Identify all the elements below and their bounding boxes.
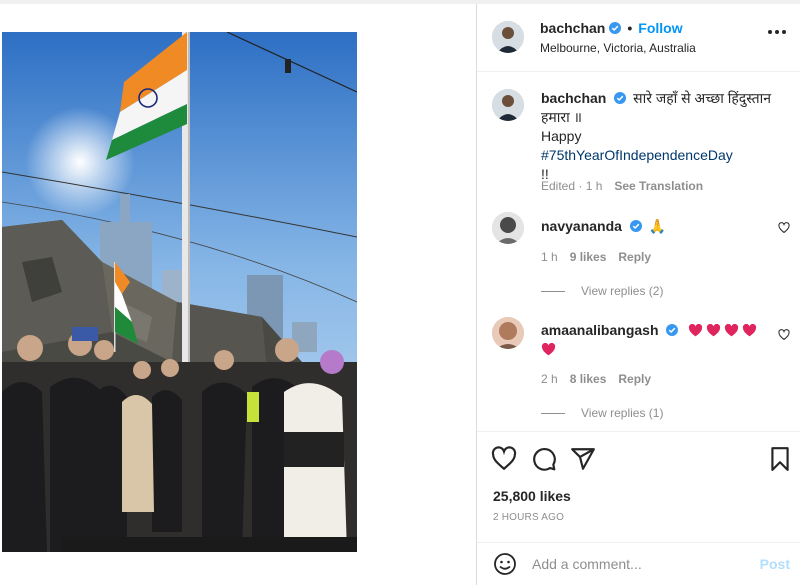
author-avatar[interactable] — [492, 21, 524, 53]
more-options-icon[interactable] — [768, 30, 786, 36]
commenter-avatar[interactable] — [492, 212, 524, 244]
reply-button[interactable]: Reply — [618, 250, 651, 264]
caption-avatar[interactable] — [492, 89, 524, 121]
view-replies-button[interactable]: View replies (1) — [541, 406, 663, 420]
emoji-smile-icon[interactable] — [493, 552, 517, 576]
comment-emoji: 🙏 — [648, 218, 667, 234]
comment-meta: 2 h 8 likes Reply — [541, 372, 651, 386]
caption-username[interactable]: bachchan — [541, 90, 606, 106]
caption-hashtag[interactable]: #75thYearOfIndependenceDay — [541, 147, 733, 163]
reply-button[interactable]: Reply — [618, 372, 651, 386]
comment-like-heart-icon[interactable] — [778, 222, 790, 234]
save-bookmark-icon[interactable] — [767, 446, 793, 472]
post-timestamp: 2 HOURS AGO — [493, 512, 565, 523]
like-heart-icon[interactable] — [491, 446, 517, 472]
author-username[interactable]: bachchan — [540, 20, 605, 36]
comment-meta: 1 h 9 likes Reply — [541, 250, 651, 264]
post-photo[interactable] — [2, 32, 357, 552]
add-comment-bar: Post — [477, 542, 800, 585]
comments-list[interactable]: bachchan सारे जहाँ से अच्छा हिंदुस्तान ह… — [477, 73, 800, 431]
view-replies-label: View replies (2) — [581, 284, 664, 298]
verified-icon — [666, 324, 679, 336]
see-translation-button[interactable]: See Translation — [614, 179, 703, 193]
comment-likes[interactable]: 8 likes — [570, 372, 607, 386]
verified-icon — [629, 220, 642, 232]
action-bar: 25,800 likes 2 HOURS AGO — [477, 431, 800, 542]
like-count[interactable]: 25,800 likes — [493, 488, 571, 504]
caption-edited: Edited · 1 h — [541, 179, 603, 193]
comment-time: 2 h — [541, 372, 558, 386]
verified-icon — [614, 92, 627, 104]
separator-dot: • — [627, 20, 633, 36]
comment-likes[interactable]: 9 likes — [570, 250, 607, 264]
media-pane — [0, 4, 477, 585]
red-heart-emoji-icon — [725, 324, 739, 337]
red-heart-emoji-icon — [541, 343, 556, 356]
comment-text: amaanalibangash — [541, 321, 771, 359]
comment-username[interactable]: navyananda — [541, 218, 622, 234]
comment-time: 1 h — [541, 250, 558, 264]
comment-input[interactable] — [532, 554, 742, 574]
view-replies-label: View replies (1) — [581, 406, 664, 420]
view-replies-button[interactable]: View replies (2) — [541, 284, 663, 298]
comment-like-heart-icon[interactable] — [778, 329, 790, 341]
red-heart-emoji-icon — [689, 324, 703, 337]
caption-text: bachchan सारे जहाँ से अच्छा हिंदुस्तान ह… — [541, 89, 777, 184]
post-side-panel: bachchan • Follow Melbourne, Victoria, A… — [477, 4, 800, 585]
verified-icon — [609, 22, 622, 34]
caption-meta: Edited · 1 h See Translation — [541, 179, 703, 193]
comment-text: navyananda 🙏 — [541, 217, 777, 236]
share-icon[interactable] — [570, 446, 596, 472]
post-comment-button[interactable]: Post — [760, 556, 790, 572]
comment-username[interactable]: amaanalibangash — [541, 322, 659, 338]
red-heart-emoji-icon — [707, 324, 721, 337]
red-heart-emoji-icon — [743, 324, 757, 337]
caption-line2-prefix: Happy — [541, 128, 582, 144]
post-location[interactable]: Melbourne, Victoria, Australia — [540, 41, 696, 55]
comment-icon[interactable] — [531, 446, 557, 472]
commenter-avatar[interactable] — [492, 317, 524, 349]
post-header: bachchan • Follow Melbourne, Victoria, A… — [477, 4, 800, 72]
follow-button[interactable]: Follow — [638, 20, 682, 36]
